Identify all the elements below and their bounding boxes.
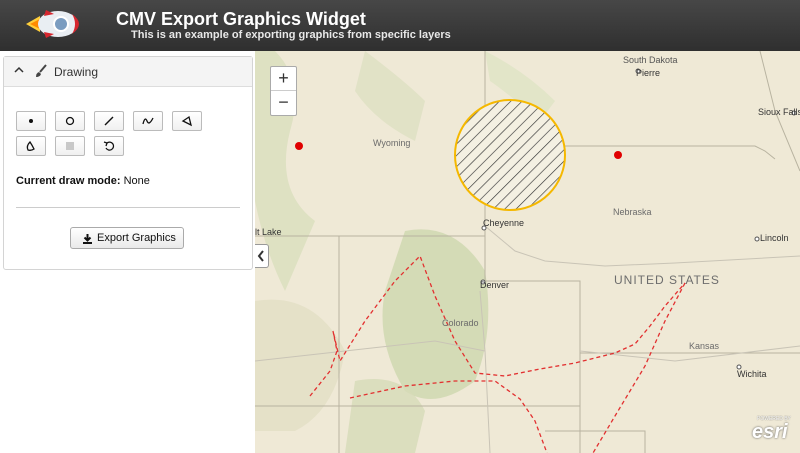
- map-label-cheyenne: Cheyenne: [483, 218, 525, 228]
- export-graphics-label: Export Graphics: [97, 232, 176, 244]
- circle-icon: [65, 116, 75, 126]
- app-title: CMV Export Graphics Widget: [116, 9, 366, 29]
- undo-icon: [103, 141, 115, 151]
- zoom-control: + −: [270, 66, 297, 116]
- point-icon: [29, 119, 33, 123]
- app-subtitle: This is an example of exporting graphics…: [131, 29, 451, 41]
- draw-freehand-line-button[interactable]: [133, 111, 163, 131]
- chevron-up-icon[interactable]: [14, 65, 24, 75]
- sidebar: Drawing Current draw mode: None Export G…: [0, 51, 255, 453]
- current-draw-mode: Current draw mode: None: [16, 175, 150, 187]
- freehand-polygon-icon: [26, 140, 35, 151]
- point-graphic: [295, 142, 303, 150]
- map-label-kansas: Kansas: [689, 341, 720, 351]
- basemap: [255, 51, 800, 453]
- draw-circle-button[interactable]: [55, 111, 85, 131]
- map-label-wichita: Wichita: [737, 369, 767, 379]
- line-icon: [104, 116, 114, 126]
- download-icon: [83, 234, 92, 244]
- sidebar-toggle-button[interactable]: [255, 244, 269, 268]
- map-label-salt-lake: lt Lake: [255, 227, 282, 237]
- drawing-panel-title: Drawing: [54, 65, 99, 79]
- map-view[interactable]: South Dakota Pierre Sioux Falls Wyoming …: [255, 51, 800, 453]
- drawing-panel: Drawing Current draw mode: None Export G…: [3, 56, 253, 270]
- export-graphics-button[interactable]: Export Graphics: [70, 227, 184, 249]
- draw-point-button[interactable]: [16, 111, 46, 131]
- freehand-line-icon: [142, 117, 154, 125]
- draw-freehand-polygon-button[interactable]: [16, 136, 46, 156]
- map-label-lincoln: Lincoln: [760, 233, 789, 243]
- chevron-left-icon: [257, 250, 264, 262]
- zoom-in-button[interactable]: +: [271, 67, 296, 91]
- map-label-denver: Denver: [480, 280, 510, 290]
- drawing-panel-header[interactable]: Drawing: [4, 57, 252, 87]
- divider: [16, 207, 240, 208]
- map-label-united-states: UNITED STATES: [614, 273, 720, 287]
- map-label-wyoming: Wyoming: [373, 138, 411, 148]
- export-circle-graphic: [454, 99, 566, 211]
- draw-mode-value: None: [123, 175, 150, 187]
- rocket-icon: [26, 10, 79, 38]
- app-header: CMV Export Graphics Widget This is an ex…: [0, 0, 800, 51]
- draw-mode-label: Current draw mode:: [16, 175, 121, 187]
- stop-drawing-button[interactable]: [55, 136, 85, 156]
- undo-button[interactable]: [94, 136, 124, 156]
- paintbrush-icon: [36, 64, 47, 77]
- zoom-out-button[interactable]: −: [271, 91, 296, 114]
- esri-logo[interactable]: esri: [752, 421, 788, 444]
- map-label-south-dakota: South Dakota: [623, 55, 678, 65]
- draw-polygon-button[interactable]: [172, 111, 202, 131]
- map-label-pierre: Pierre: [636, 68, 661, 78]
- map-label-sioux-falls: Sioux Falls: [758, 107, 800, 117]
- stop-icon: [66, 142, 74, 150]
- point-graphic: [614, 151, 622, 159]
- map-label-colorado: Colorado: [442, 318, 479, 328]
- polygon-icon: [181, 115, 192, 127]
- draw-line-button[interactable]: [94, 111, 124, 131]
- map-label-nebraska: Nebraska: [613, 207, 652, 217]
